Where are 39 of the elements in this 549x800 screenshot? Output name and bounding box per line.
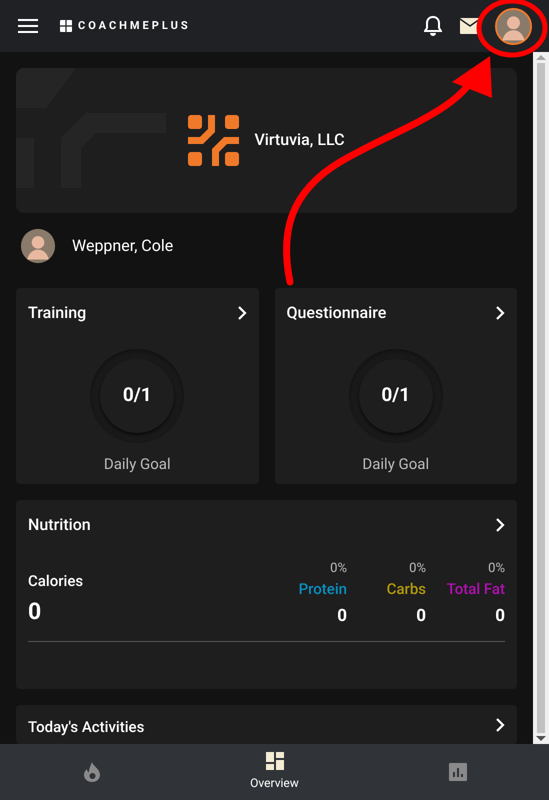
bell-icon[interactable] <box>424 16 442 36</box>
avatar <box>20 228 56 264</box>
goal-caption: Daily Goal <box>104 454 171 475</box>
card-title: Questionnaire <box>286 302 386 324</box>
menu-icon[interactable] <box>18 19 38 33</box>
macro-value: 0 <box>337 604 347 628</box>
goal-count: 0/1 <box>122 382 152 408</box>
profile-name: Weppner, Cole <box>72 234 174 257</box>
card-title: Nutrition <box>28 514 91 536</box>
macro-percent: 0% <box>330 560 347 578</box>
bar-chart-icon <box>448 763 466 781</box>
calories-label: Calories <box>28 571 84 592</box>
logo-text: COACHMEPLUS <box>78 18 191 34</box>
macro-label: Carbs <box>386 579 426 600</box>
chevron-right-icon[interactable] <box>236 306 246 320</box>
logo-icon <box>60 20 72 32</box>
goal-caption: Daily Goal <box>362 454 430 475</box>
calories-value: 0 <box>28 596 42 627</box>
goal-count: 0/1 <box>381 382 410 408</box>
macro-value: 0 <box>495 604 505 628</box>
macro-label: Total Fat <box>446 579 505 600</box>
chevron-right-icon[interactable] <box>495 518 505 532</box>
macro-label: Protein <box>298 579 347 600</box>
macro-percent: 0% <box>409 560 426 578</box>
macro-value: 0 <box>416 604 426 628</box>
scrollbar[interactable] <box>533 52 549 744</box>
organization-logo-icon <box>188 114 240 166</box>
nav-tab[interactable]: Overview <box>183 744 366 800</box>
chevron-right-icon[interactable] <box>495 306 505 320</box>
dashboard-icon <box>266 752 284 770</box>
card-title: Today's Activities <box>28 718 144 736</box>
avatar[interactable] <box>495 8 532 44</box>
organization-name: Virtuvia, LLC <box>254 129 345 152</box>
flame-icon <box>84 762 100 782</box>
goal-card[interactable]: Training 0/1 Daily Goal <box>16 288 258 484</box>
chevron-right-icon[interactable] <box>495 718 505 732</box>
macro-percent: 0% <box>488 560 505 578</box>
card-title: Training <box>28 302 86 324</box>
goal-card[interactable]: Questionnaire 0/1 Daily Goal <box>274 288 517 484</box>
